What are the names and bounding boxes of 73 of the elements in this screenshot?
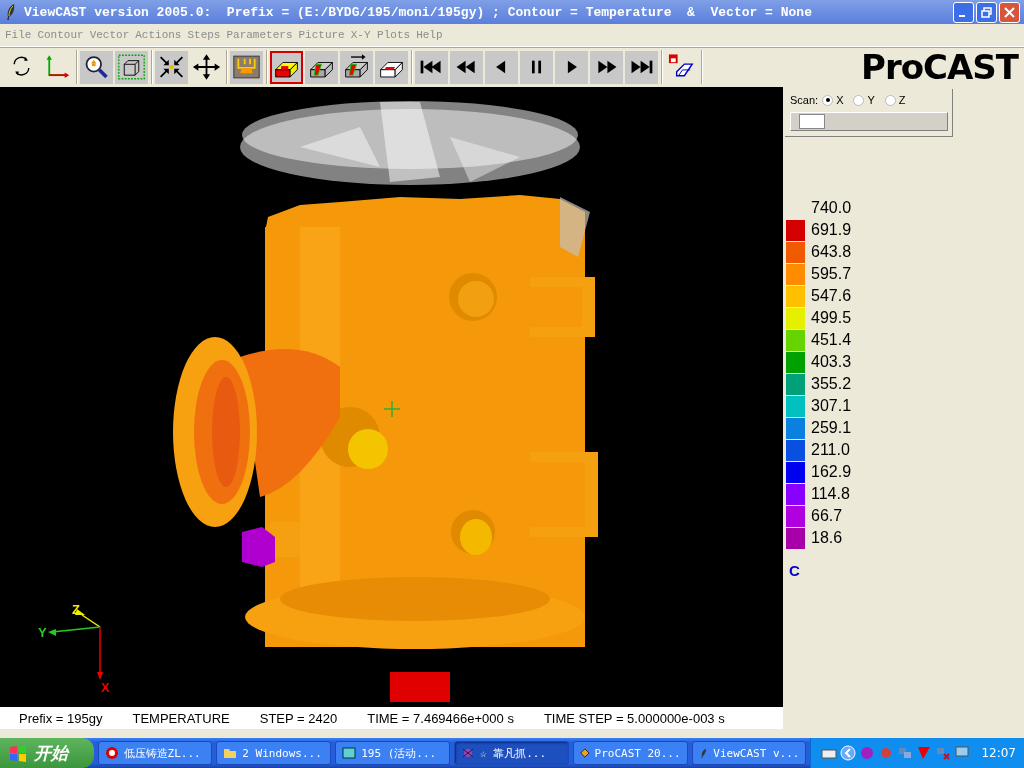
toolbar-button[interactable]: [270, 50, 303, 84]
toolbar-button[interactable]: [375, 50, 408, 84]
axis-radio-option[interactable]: Y: [853, 94, 875, 106]
toolbar-button[interactable]: [340, 50, 373, 84]
window-title: ViewCAST version 2005.0: Prefix = (E:/BYDG/195/moni/195gy) ; Contour = Temperature & Vector = None: [24, 4, 813, 20]
toolbar-button[interactable]: [80, 50, 113, 84]
restore-icon: [981, 6, 992, 18]
legend-value: 643.8: [811, 243, 852, 261]
toolbar-button[interactable]: [115, 50, 148, 84]
toolbar-button[interactable]: [305, 50, 338, 84]
cube-icon: [117, 52, 146, 82]
status-text: TEMPERATURE: [132, 710, 230, 726]
legend-value: 499.5: [811, 309, 852, 327]
legend-value: 691.9: [811, 221, 852, 239]
axis-radio-option[interactable]: X: [822, 94, 844, 106]
close-icon: [1004, 6, 1015, 18]
toolbar-button[interactable]: [520, 50, 553, 84]
restore-button[interactable]: [976, 1, 997, 23]
legend-value: 18.6: [811, 529, 843, 547]
taskbar-button[interactable]: ☆ 靠凡抓...: [454, 741, 569, 765]
toolbar-button[interactable]: [450, 50, 483, 84]
unit-label: C: [789, 562, 801, 579]
slider-thumb[interactable]: [798, 114, 825, 129]
legend-value: 66.7: [811, 507, 843, 525]
taskbar-button[interactable]: 2 Windows...: [216, 741, 332, 765]
toolbar-button[interactable]: [625, 50, 658, 84]
minimize-button[interactable]: [953, 1, 974, 23]
status-text: TIME STEP = 5.000000e-003 s: [543, 710, 725, 726]
toolbar-button[interactable]: [155, 50, 188, 84]
status-text: Prefix = 195gy: [19, 710, 103, 726]
toolbar-button[interactable]: [485, 50, 518, 84]
legend-value: 595.7: [811, 265, 852, 283]
chevron-icon[interactable]: [840, 745, 857, 761]
mold-icon: [232, 52, 261, 82]
legend-value: 740.0: [811, 199, 852, 217]
legend-value: 211.0: [811, 441, 850, 459]
windows-logo-icon: [8, 744, 28, 762]
radio-button[interactable]: [822, 94, 834, 106]
start-button[interactable]: 开始: [0, 738, 94, 768]
crosshair-icon: [383, 400, 401, 418]
clock-text: 12:07: [981, 746, 1016, 760]
folder-icon: [223, 746, 238, 760]
legend-value: 547.6: [811, 287, 852, 305]
status-text: TIME = 7.469466e+000 s: [367, 710, 514, 726]
legend-value: 451.4: [811, 331, 852, 349]
taskbar-button[interactable]: 低压铸造ZL...: [97, 741, 213, 765]
scan-label: Scan:: [790, 94, 819, 106]
close-button[interactable]: [999, 1, 1020, 23]
scan-slider[interactable]: [790, 112, 948, 131]
status-text: STEP = 2420: [259, 710, 338, 726]
legend-value: 259.1: [811, 419, 852, 437]
diamond-icon: [579, 746, 590, 760]
legend-value: 114.8: [811, 485, 850, 503]
taskbar-button[interactable]: ViewCAST v...: [691, 741, 807, 765]
toolbar-button[interactable]: [230, 50, 263, 84]
legend-value: 403.3: [811, 353, 852, 371]
legend-value: 355.2: [811, 375, 852, 393]
legend-value: 307.1: [811, 397, 852, 415]
toolbar-button[interactable]: [590, 50, 623, 84]
minimize-icon: [958, 15, 965, 17]
taskbar-button[interactable]: ProCAST 20...: [572, 741, 688, 765]
toolbar-button[interactable]: [415, 50, 448, 84]
move-arrows-icon: [192, 52, 221, 82]
legend-value: 162.9: [811, 463, 852, 481]
bug-icon: [461, 746, 475, 760]
radio-button[interactable]: [853, 94, 865, 106]
axis-radio-option[interactable]: Z: [884, 94, 906, 106]
toolbar-button[interactable]: [555, 50, 588, 84]
feather-icon: [698, 746, 709, 760]
window-icon: [342, 746, 357, 760]
radio-button[interactable]: [884, 94, 896, 106]
logo-text: ProCAST: [861, 47, 1020, 87]
taskbar-button[interactable]: 195 (活动...: [335, 741, 450, 765]
